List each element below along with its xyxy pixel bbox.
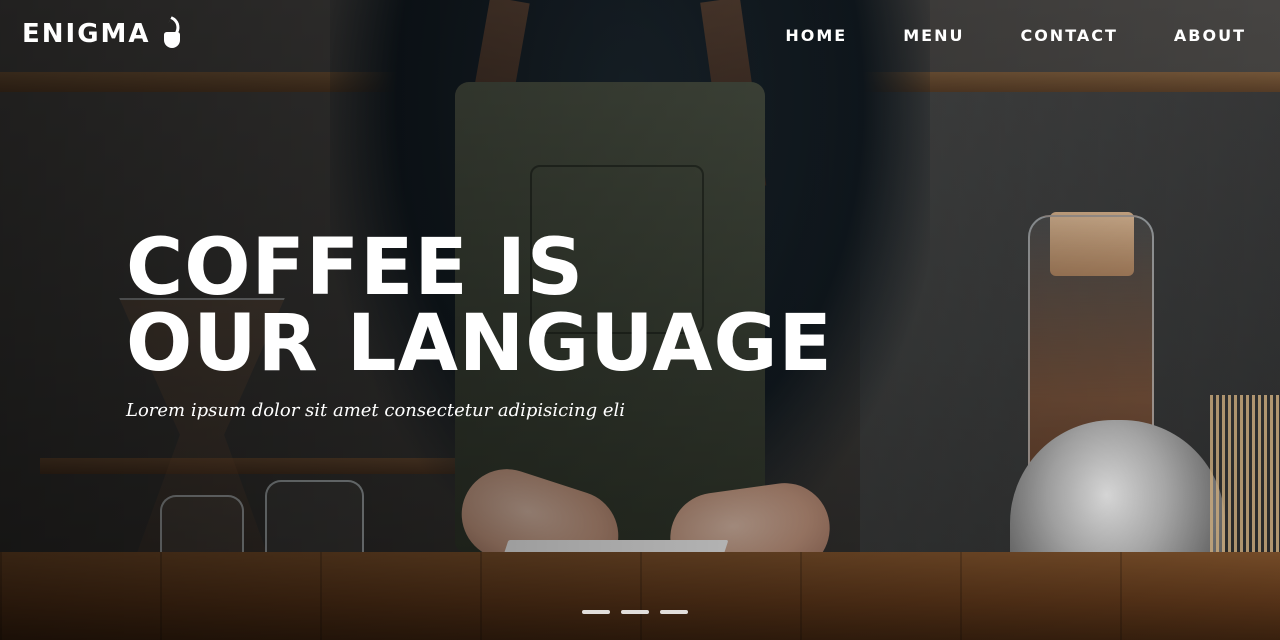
carousel-indicator[interactable] — [621, 610, 649, 614]
carousel-indicator[interactable] — [582, 610, 610, 614]
nav-link-contact[interactable]: CONTACT — [1020, 26, 1117, 45]
hero-headline-line2: OUR LANGUAGE — [126, 299, 833, 389]
hero-banner: ENIGMA HOME MENU CONTACT ABOUT COFFEE IS… — [0, 0, 1280, 640]
nav-link-home[interactable]: HOME — [785, 26, 847, 45]
coffee-cup-icon — [161, 16, 183, 50]
top-navigation: ENIGMA HOME MENU CONTACT ABOUT — [0, 0, 1280, 72]
nav-links: HOME MENU CONTACT ABOUT — [785, 26, 1246, 45]
nav-link-about[interactable]: ABOUT — [1174, 26, 1246, 45]
carousel-indicators — [582, 610, 688, 614]
brand-name: ENIGMA — [22, 19, 151, 49]
hero-subtitle: Lorem ipsum dolor sit amet consectetur a… — [126, 400, 626, 421]
hero-text: COFFEE IS OUR LANGUAGE Lorem ipsum dolor… — [126, 229, 833, 421]
nav-link-menu[interactable]: MENU — [903, 26, 964, 45]
carousel-indicator[interactable] — [660, 610, 688, 614]
hero-headline: COFFEE IS OUR LANGUAGE — [126, 229, 833, 383]
brand[interactable]: ENIGMA — [22, 16, 183, 50]
cup-icon — [163, 32, 180, 48]
